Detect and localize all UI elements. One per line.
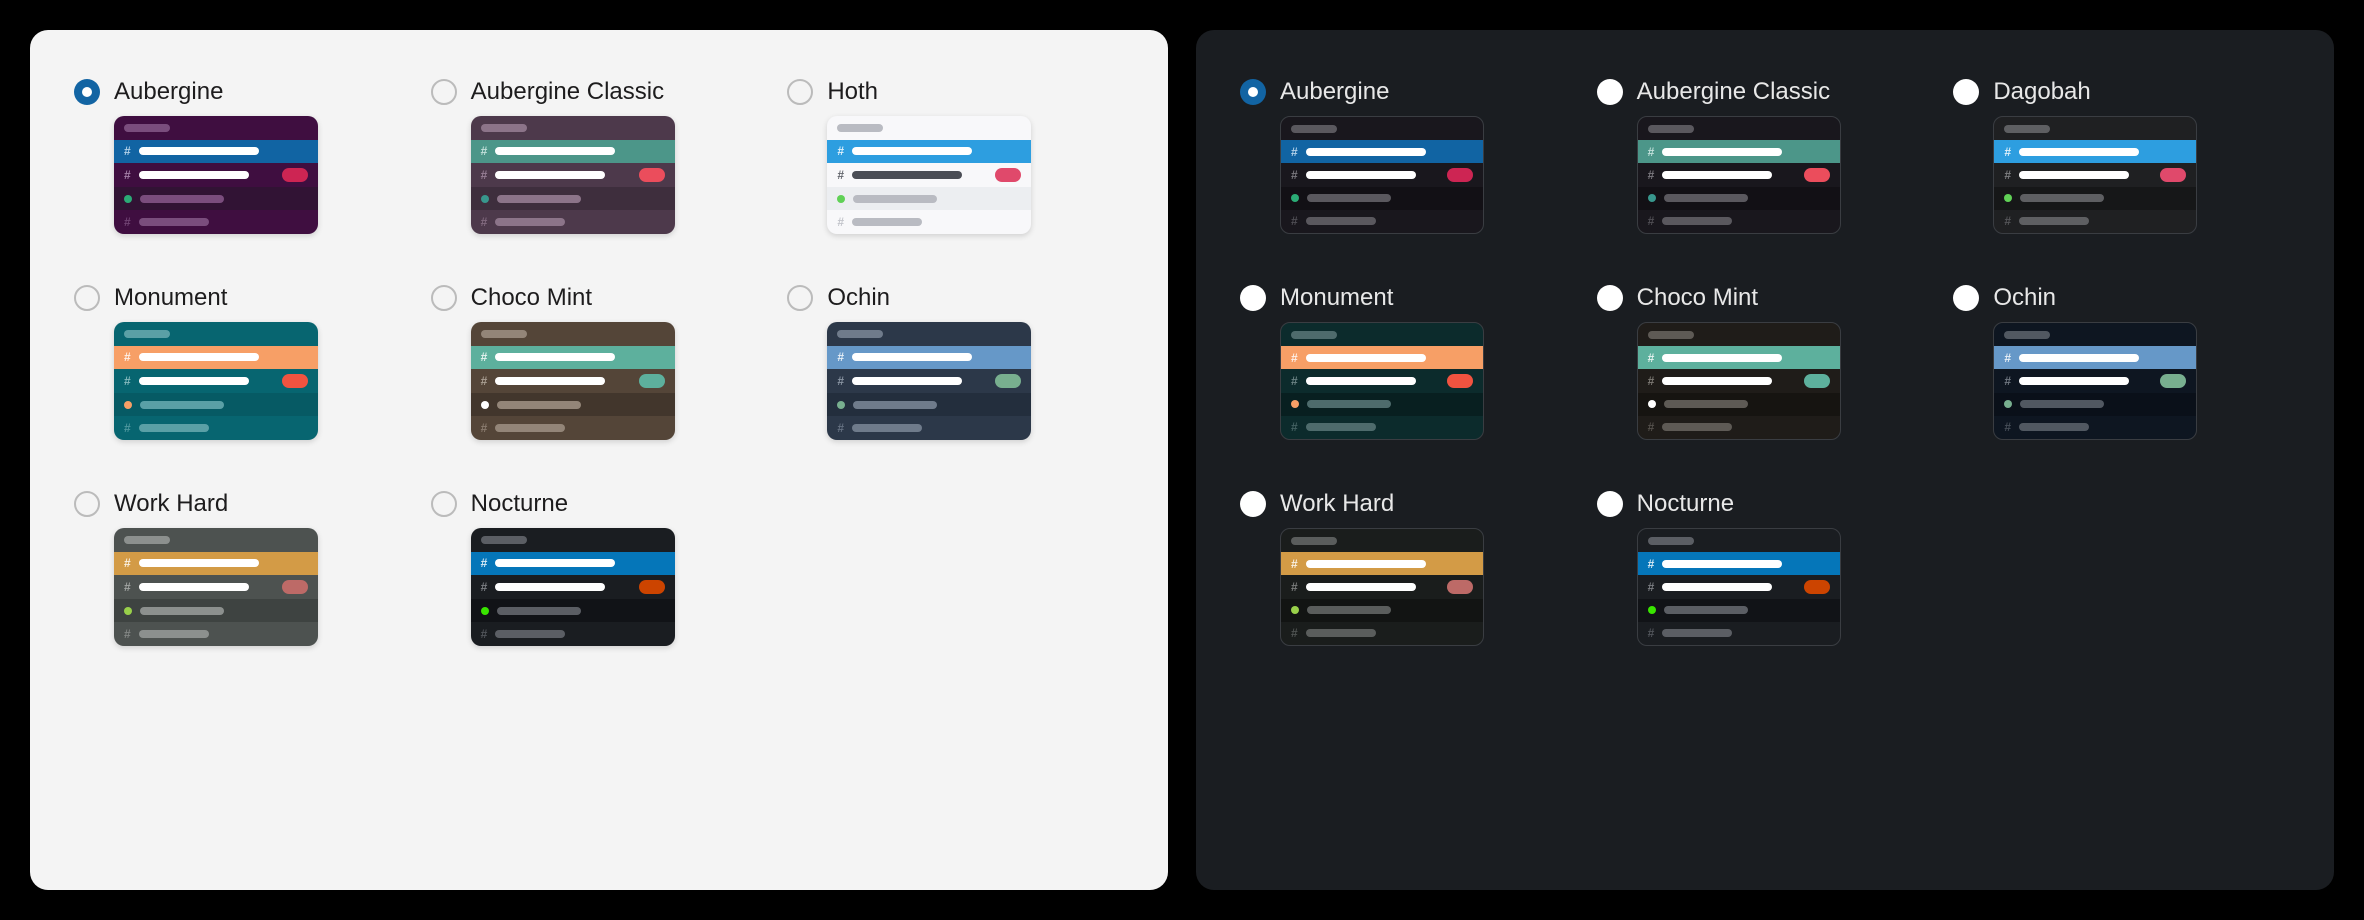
radio-button[interactable]	[1597, 79, 1623, 105]
theme-radio-header[interactable]: Monument	[1240, 284, 1577, 312]
theme-label: Dagobah	[1993, 78, 2090, 106]
theme-option-dagobah[interactable]: Dagobah ###	[1953, 78, 2290, 234]
radio-button[interactable]	[1240, 491, 1266, 517]
theme-radio-header[interactable]: Monument	[74, 284, 411, 312]
theme-label: Aubergine Classic	[1637, 78, 1830, 106]
theme-preview[interactable]: ###	[827, 322, 1031, 440]
radio-button[interactable]	[1240, 285, 1266, 311]
theme-radio-header[interactable]: Aubergine	[74, 78, 411, 106]
radio-button[interactable]	[431, 285, 457, 311]
radio-button[interactable]	[787, 79, 813, 105]
theme-label: Monument	[114, 284, 227, 312]
theme-grid-light: Aubergine###Aubergine Classic###Hoth###M…	[74, 78, 1124, 646]
theme-option-work-hard-d[interactable]: Work Hard ###	[1240, 490, 1577, 646]
theme-option-monument[interactable]: Monument ###	[74, 284, 411, 440]
theme-panel-light: Aubergine###Aubergine Classic###Hoth###M…	[30, 30, 1168, 890]
theme-label: Choco Mint	[471, 284, 592, 312]
radio-button[interactable]	[431, 79, 457, 105]
theme-preview[interactable]: ###	[1280, 322, 1484, 440]
theme-radio-header[interactable]: Nocturne	[1597, 490, 1934, 518]
theme-option-aubergine-d[interactable]: Aubergine ###	[1240, 78, 1577, 234]
radio-button[interactable]	[1597, 285, 1623, 311]
theme-grid-dark: Aubergine ### Aubergine Classic ### Dagobah #…	[1240, 78, 2290, 646]
radio-button[interactable]	[1953, 285, 1979, 311]
radio-button[interactable]	[1597, 491, 1623, 517]
theme-panel-dark: Aubergine ### Aubergine Classic ### Dagobah #…	[1196, 30, 2334, 890]
theme-label: Nocturne	[471, 490, 568, 518]
theme-preview[interactable]: ###	[114, 322, 318, 440]
theme-label: Hoth	[827, 78, 878, 106]
theme-option-aubergine-classic[interactable]: Aubergine Classic ###	[431, 78, 768, 234]
theme-preview[interactable]: ###	[114, 528, 318, 646]
theme-preview[interactable]: ###	[471, 322, 675, 440]
theme-label: Work Hard	[114, 490, 228, 518]
theme-radio-header[interactable]: Dagobah	[1953, 78, 2290, 106]
theme-option-work-hard[interactable]: Work Hard ###	[74, 490, 411, 646]
theme-option-nocturne[interactable]: Nocturne ###	[431, 490, 768, 646]
theme-label: Ochin	[1993, 284, 2056, 312]
theme-label: Ochin	[827, 284, 890, 312]
radio-button[interactable]	[1240, 79, 1266, 105]
theme-radio-header[interactable]: Nocturne	[431, 490, 768, 518]
theme-label: Monument	[1280, 284, 1393, 312]
theme-preview[interactable]: ###	[1637, 322, 1841, 440]
theme-label: Nocturne	[1637, 490, 1734, 518]
theme-option-ochin-d[interactable]: Ochin ###	[1953, 284, 2290, 440]
theme-radio-header[interactable]: Aubergine Classic	[1597, 78, 1934, 106]
theme-option-aubergine-classic-d[interactable]: Aubergine Classic ###	[1597, 78, 1934, 234]
theme-option-choco-mint-d[interactable]: Choco Mint ###	[1597, 284, 1934, 440]
theme-label: Work Hard	[1280, 490, 1394, 518]
theme-preview[interactable]: ###	[1637, 528, 1841, 646]
theme-preview[interactable]: ###	[471, 528, 675, 646]
theme-radio-header[interactable]: Aubergine Classic	[431, 78, 768, 106]
theme-radio-header[interactable]: Ochin	[1953, 284, 2290, 312]
theme-option-nocturne-d[interactable]: Nocturne ###	[1597, 490, 1934, 646]
theme-radio-header[interactable]: Ochin	[787, 284, 1124, 312]
theme-preview[interactable]: ###	[114, 116, 318, 234]
theme-preview[interactable]: ###	[1637, 116, 1841, 234]
theme-preview[interactable]: ###	[1280, 528, 1484, 646]
theme-option-choco-mint[interactable]: Choco Mint ###	[431, 284, 768, 440]
theme-radio-header[interactable]: Aubergine	[1240, 78, 1577, 106]
radio-button[interactable]	[787, 285, 813, 311]
theme-radio-header[interactable]: Work Hard	[1240, 490, 1577, 518]
theme-radio-header[interactable]: Choco Mint	[431, 284, 768, 312]
theme-option-aubergine[interactable]: Aubergine ###	[74, 78, 411, 234]
theme-radio-header[interactable]: Hoth	[787, 78, 1124, 106]
theme-option-ochin[interactable]: Ochin ###	[787, 284, 1124, 440]
radio-button[interactable]	[74, 79, 100, 105]
theme-label: Choco Mint	[1637, 284, 1758, 312]
theme-preview[interactable]: ###	[471, 116, 675, 234]
theme-preview[interactable]: ###	[1280, 116, 1484, 234]
theme-label: Aubergine	[114, 78, 223, 106]
theme-option-monument-d[interactable]: Monument ###	[1240, 284, 1577, 440]
theme-preview[interactable]: ###	[1993, 116, 2197, 234]
radio-button[interactable]	[1953, 79, 1979, 105]
radio-button[interactable]	[74, 285, 100, 311]
radio-button[interactable]	[74, 491, 100, 517]
theme-label: Aubergine	[1280, 78, 1389, 106]
theme-preview[interactable]: ###	[827, 116, 1031, 234]
theme-label: Aubergine Classic	[471, 78, 664, 106]
theme-radio-header[interactable]: Choco Mint	[1597, 284, 1934, 312]
theme-radio-header[interactable]: Work Hard	[74, 490, 411, 518]
radio-button[interactable]	[431, 491, 457, 517]
theme-preview[interactable]: ###	[1993, 322, 2197, 440]
theme-option-hoth[interactable]: Hoth ###	[787, 78, 1124, 234]
